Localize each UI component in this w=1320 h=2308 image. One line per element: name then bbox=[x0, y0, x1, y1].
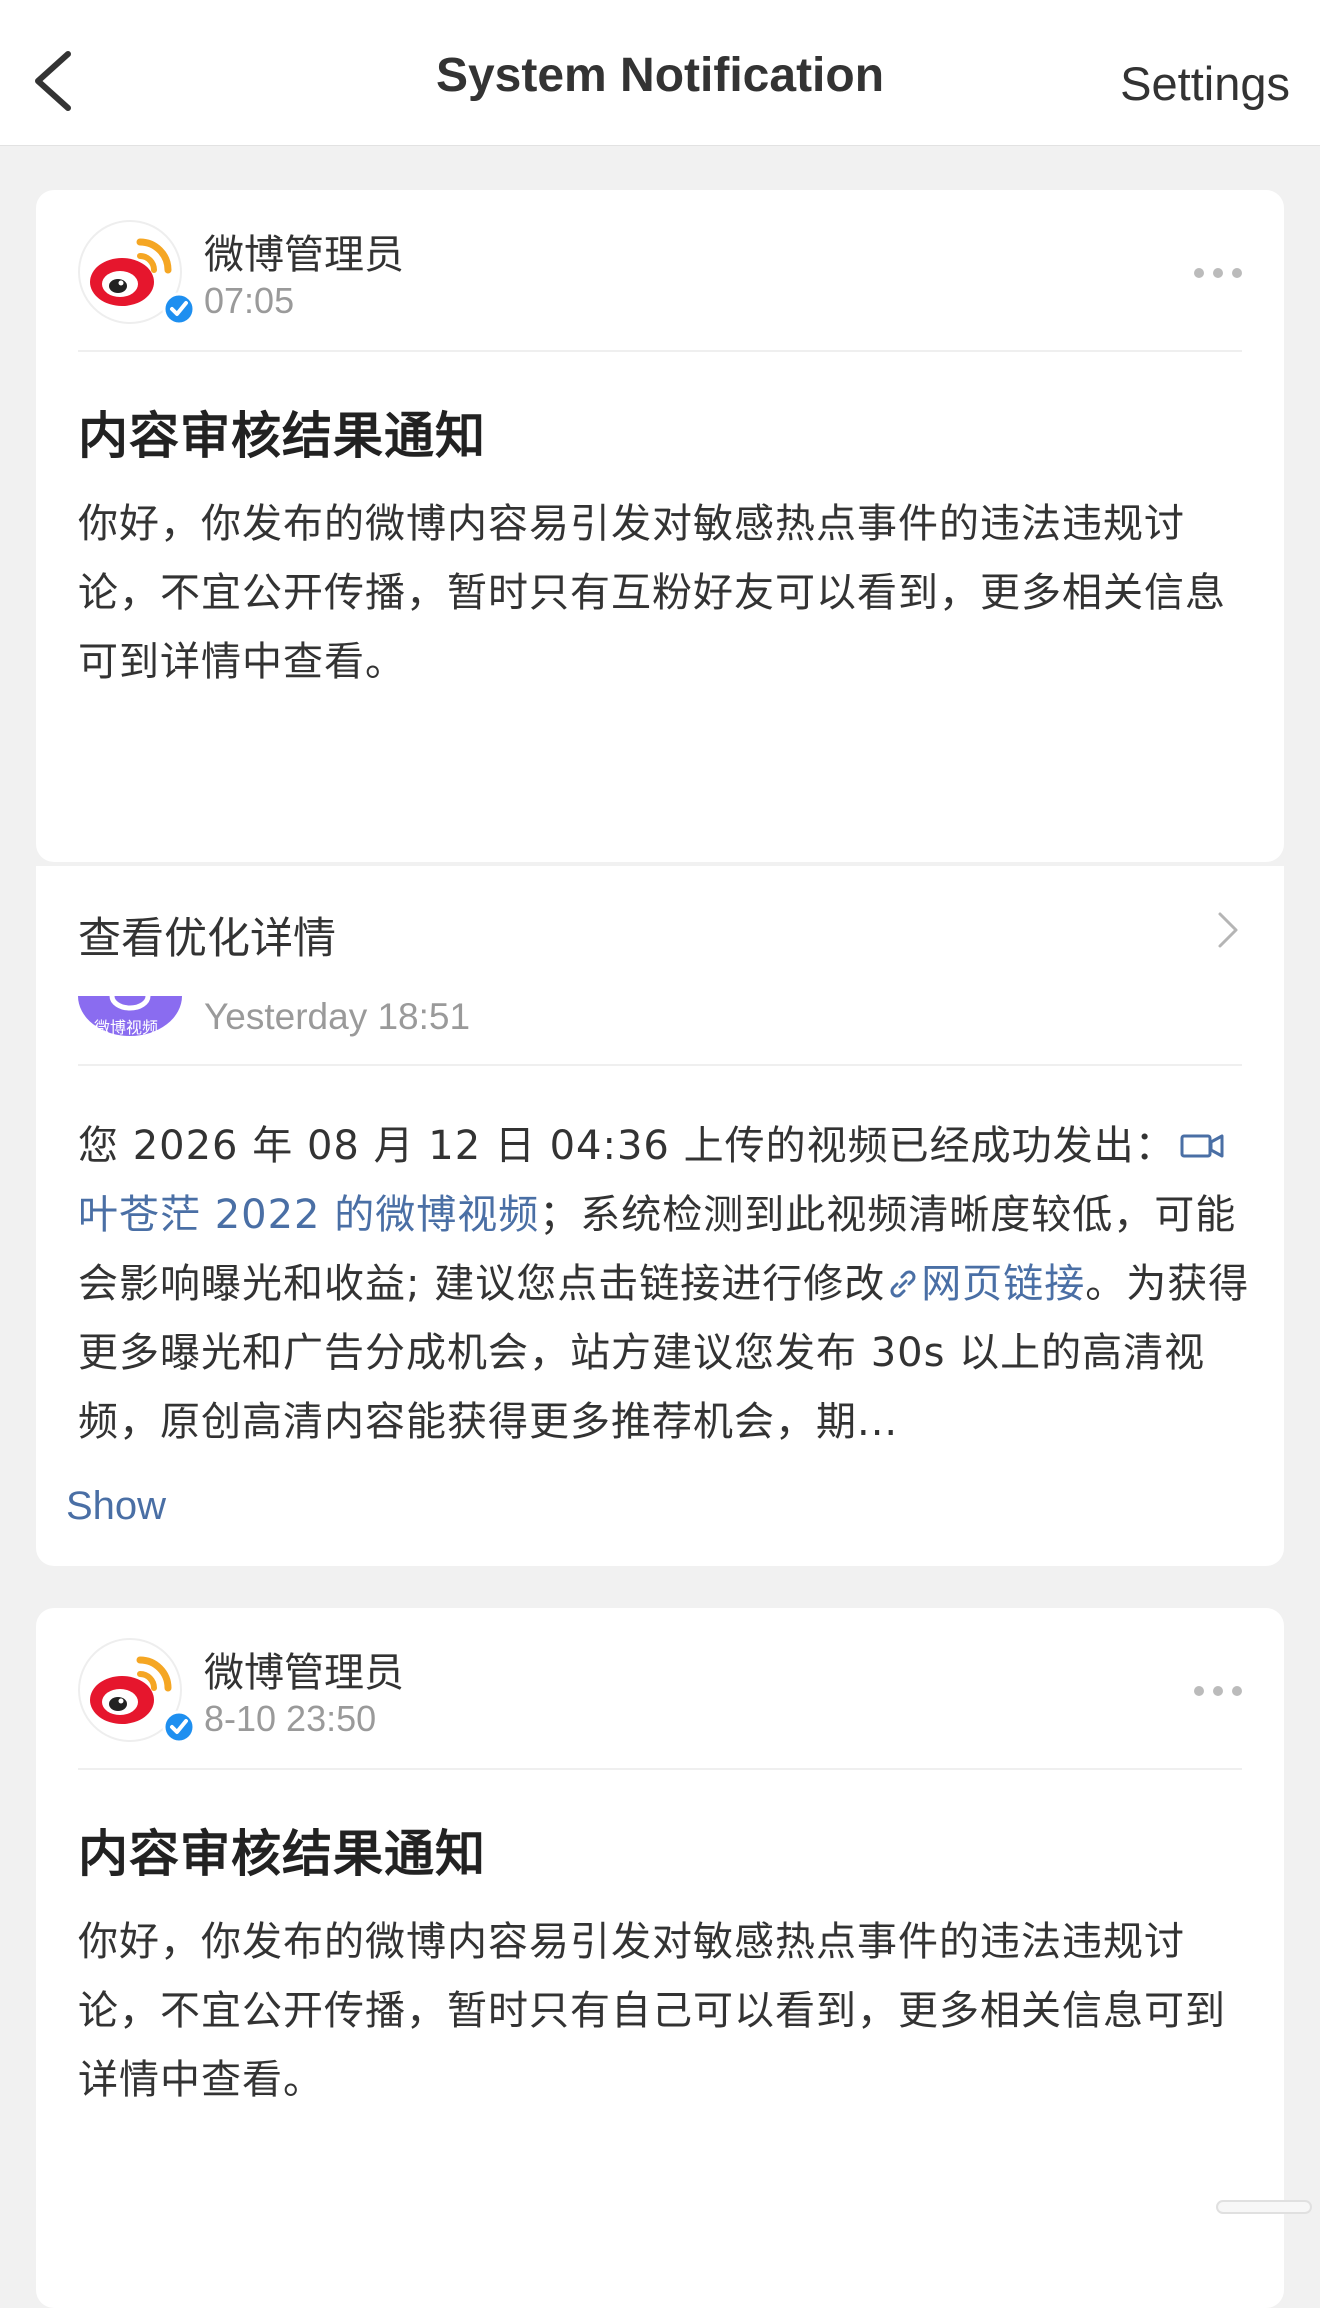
notification-body: 你好，你发布的微博内容易引发对敏感热点事件的违法违规讨论，不宜公开传播，暂时只有… bbox=[78, 501, 1226, 685]
more-dots-icon[interactable] bbox=[1192, 1684, 1244, 1698]
sender-name[interactable]: 微博管理员 bbox=[204, 222, 404, 280]
divider bbox=[78, 350, 1242, 352]
notification-card: 微博管理员 07:05 内容审核结果通知 你好，你发布的微博内容易引发对敏感热点… bbox=[36, 190, 1284, 862]
scroll-indicator[interactable] bbox=[1216, 2200, 1312, 2214]
notification-title: 内容审核结果通知 bbox=[78, 407, 486, 465]
timestamp: Yesterday 18:51 bbox=[204, 996, 471, 1037]
detail-row-card: 查看优化详情 bbox=[36, 866, 1284, 996]
timestamp: 8-10 23:50 bbox=[204, 1698, 377, 1739]
web-link[interactable]: 网页链接 bbox=[921, 1261, 1085, 1307]
timestamp: 07:05 bbox=[204, 280, 295, 321]
divider bbox=[78, 1768, 1242, 1770]
view-details-link[interactable]: 查看优化详情 bbox=[78, 904, 336, 966]
video-camera-icon bbox=[1180, 1134, 1224, 1158]
avatar-label: 微博视频 bbox=[94, 1018, 159, 1037]
video-link[interactable]: 叶苍茫 2022 的微博视频 bbox=[78, 1192, 539, 1238]
notification-body: 您 2026 年 08 月 12 日 04:36 上传的视频已经成功发出： 叶苍茫… bbox=[78, 1112, 1254, 1457]
settings-button[interactable]: Settings bbox=[1120, 56, 1290, 111]
notification-title: 内容审核结果通知 bbox=[78, 1825, 486, 1883]
notification-card: 微博视频 Yesterday 18:51 您 2026 年 08 月 12 日 … bbox=[36, 996, 1284, 1566]
sender-name[interactable]: 微博管理员 bbox=[204, 1640, 404, 1698]
notification-body: 你好，你发布的微博内容易引发对敏感热点事件的违法违规讨论，不宜公开传播，暂时只有… bbox=[78, 1919, 1226, 2103]
link-icon bbox=[890, 1270, 916, 1298]
verified-badge-icon bbox=[162, 1710, 196, 1744]
notification-card: 微博管理员 8-10 23:50 内容审核结果通知 你好，你发布的微博内容易引发… bbox=[36, 1608, 1284, 2308]
verified-badge-icon bbox=[162, 292, 196, 326]
show-more-button[interactable]: Show bbox=[66, 1484, 166, 1529]
divider bbox=[78, 1064, 1242, 1066]
navigation-bar: System Notification Settings bbox=[0, 0, 1320, 146]
more-dots-icon[interactable] bbox=[1192, 266, 1244, 280]
body-text: 您 2026 年 08 月 12 日 04:36 上传的视频已经成功发出： bbox=[78, 1123, 1176, 1169]
chevron-right-icon[interactable] bbox=[1216, 910, 1240, 950]
